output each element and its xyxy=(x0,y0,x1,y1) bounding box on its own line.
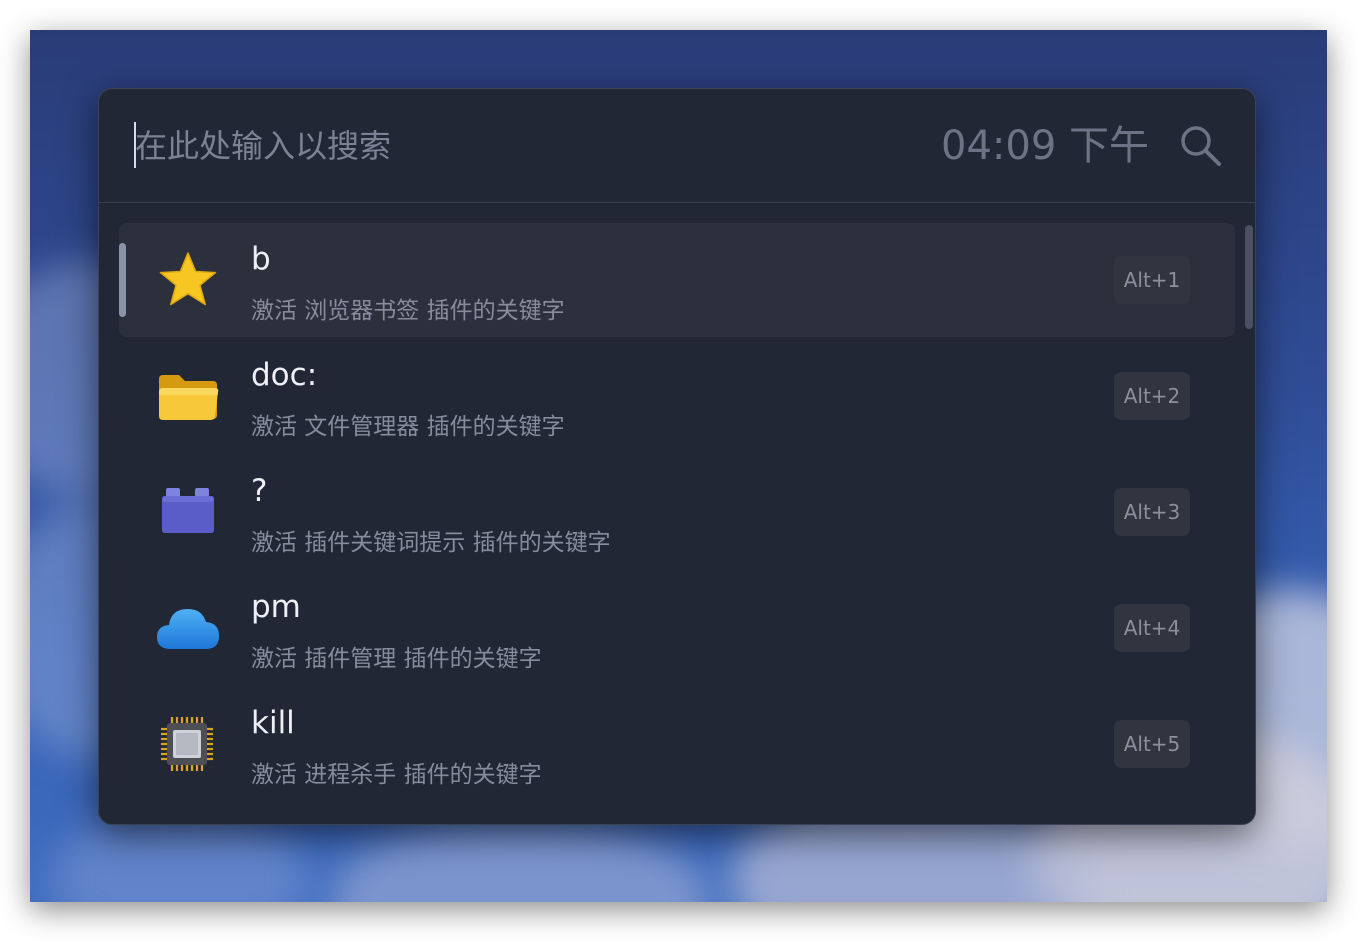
search-input[interactable] xyxy=(135,119,895,173)
result-item-process-killer[interactable]: kill 激活 进程杀手 插件的关键字 Alt+5 xyxy=(119,687,1235,801)
cpu-chip-icon xyxy=(161,717,213,771)
result-title: ? xyxy=(251,473,268,509)
hotkey-badge: Alt+1 xyxy=(1114,256,1190,304)
result-subtitle: 激活 插件管理 插件的关键字 xyxy=(251,646,542,672)
search-button[interactable] xyxy=(1177,122,1225,170)
result-subtitle: 激活 进程杀手 插件的关键字 xyxy=(251,762,542,788)
selection-indicator xyxy=(119,243,126,317)
search-bar: 04:09 下午 xyxy=(99,89,1255,203)
results-scrollbar[interactable] xyxy=(1245,225,1253,329)
folder-icon xyxy=(159,375,219,420)
result-item-plugin-manager[interactable]: pm 激活 插件管理 插件的关键字 Alt+4 xyxy=(119,571,1235,685)
result-item-bookmarks[interactable]: b 激活 浏览器书签 插件的关键字 Alt+1 xyxy=(119,223,1235,337)
result-title: doc: xyxy=(251,357,318,393)
result-item-file-manager[interactable]: doc: 激活 文件管理器 插件的关键字 Alt+2 xyxy=(119,339,1235,453)
results-list: b 激活 浏览器书签 插件的关键字 Alt+1 doc: 激活 文件管理器 插件… xyxy=(99,203,1255,823)
result-subtitle: 激活 插件关键词提示 插件的关键字 xyxy=(251,530,611,556)
hotkey-badge: Alt+5 xyxy=(1114,720,1190,768)
result-item-plugin-hints[interactable]: ? 激活 插件关键词提示 插件的关键字 Alt+3 xyxy=(119,455,1235,569)
launcher-window: 04:09 下午 b 激活 浏览器书签 插件的关键字 Alt+1 xyxy=(98,88,1256,825)
hotkey-badge: Alt+2 xyxy=(1114,372,1190,420)
result-title: kill xyxy=(251,705,295,741)
result-subtitle: 激活 文件管理器 插件的关键字 xyxy=(251,414,565,440)
result-subtitle: 激活 浏览器书签 插件的关键字 xyxy=(251,298,565,324)
lego-block-icon xyxy=(162,488,214,533)
hotkey-badge: Alt+3 xyxy=(1114,488,1190,536)
result-title: b xyxy=(251,241,271,277)
star-icon xyxy=(159,252,217,306)
hotkey-badge: Alt+4 xyxy=(1114,604,1190,652)
cloud-icon xyxy=(157,609,219,649)
result-title: pm xyxy=(251,589,301,625)
search-icon xyxy=(1181,126,1221,166)
clock-display: 04:09 下午 xyxy=(941,123,1149,169)
